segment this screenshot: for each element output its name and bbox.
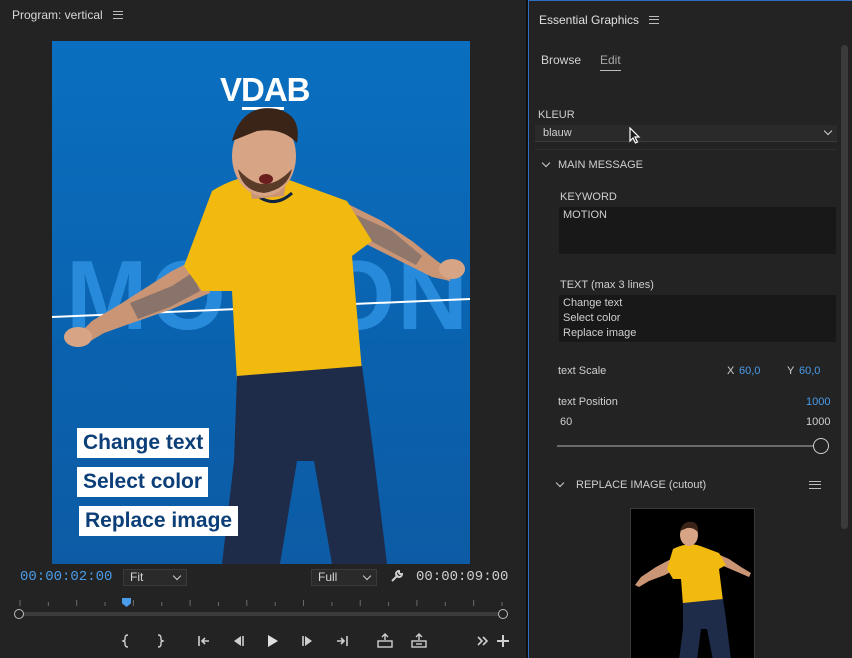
zoom-fit-value: Fit	[130, 570, 144, 584]
text-line-1: Change text	[563, 297, 623, 309]
zoom-scroll-bar[interactable]	[20, 612, 502, 616]
text-multiline-field[interactable]: Change text Select color Replace image	[559, 295, 836, 342]
keyword-value: MOTION	[563, 209, 607, 221]
mark-out-icon[interactable]	[150, 632, 168, 650]
transport-controls	[0, 628, 526, 654]
chevron-down-icon	[541, 158, 551, 168]
kleur-label: KLEUR	[538, 109, 575, 121]
drag-handle-icon[interactable]	[809, 481, 821, 489]
step-forward-icon[interactable]	[299, 632, 317, 650]
eg-scrollbar[interactable]	[841, 45, 848, 529]
extract-icon[interactable]	[410, 632, 428, 650]
text-line-2: Select color	[563, 312, 621, 324]
time-ruler	[19, 600, 503, 606]
main-message-section-toggle[interactable]: MAIN MESSAGE	[539, 157, 689, 173]
essential-graphics-header: Essential Graphics	[529, 1, 852, 39]
current-timecode[interactable]: 00:00:02:00	[20, 569, 112, 585]
overlay-label-select-color: Select color	[77, 467, 209, 497]
step-back-icon[interactable]	[229, 632, 247, 650]
scale-x-value[interactable]: 60,0	[739, 365, 760, 377]
scale-x-label: X	[727, 365, 735, 377]
slider-thumb[interactable]	[813, 438, 829, 454]
kleur-dropdown[interactable]: blauw	[535, 125, 837, 142]
add-button-icon[interactable]	[494, 632, 512, 650]
chevron-down-icon	[362, 571, 372, 581]
panel-menu-icon[interactable]	[112, 11, 123, 19]
play-icon[interactable]	[263, 632, 281, 650]
zoom-fit-dropdown[interactable]: Fit	[123, 569, 187, 586]
resolution-dropdown[interactable]: Full	[311, 569, 377, 586]
overlay-label-change-text: Change text	[77, 428, 210, 458]
text-label: TEXT (max 3 lines)	[560, 279, 654, 291]
video-frame: VDAB MOTION Change te	[52, 41, 470, 564]
more-controls-icon[interactable]	[474, 632, 492, 650]
thumbnail-person-image	[635, 521, 751, 658]
main-message-label: MAIN MESSAGE	[558, 159, 643, 171]
replace-image-section-toggle[interactable]: REPLACE IMAGE (cutout)	[555, 477, 827, 493]
text-position-value[interactable]: 1000	[806, 396, 830, 408]
slider-track	[557, 445, 821, 447]
keyword-label: KEYWORD	[560, 191, 617, 203]
replace-image-thumbnail[interactable]	[630, 508, 755, 658]
scale-y-label: Y	[787, 365, 795, 377]
text-line-3: Replace image	[563, 327, 637, 339]
total-duration-timecode: 00:00:09:00	[416, 569, 509, 585]
mouse-cursor-icon	[629, 127, 641, 144]
program-panel-title: Program: vertical	[12, 8, 103, 22]
go-to-in-icon[interactable]	[195, 632, 213, 650]
chevron-down-icon	[172, 571, 182, 581]
text-position-label: text Position	[558, 396, 618, 408]
slider-max-label: 1000	[806, 416, 831, 428]
timecode-row: 00:00:02:00 Fit Full 00:00:09:00	[0, 566, 526, 588]
go-to-out-icon[interactable]	[333, 632, 351, 650]
text-scale-label: text Scale	[558, 365, 607, 377]
resolution-value: Full	[318, 570, 338, 584]
zoom-handle-left[interactable]	[14, 609, 24, 619]
program-timeline-scrubber[interactable]	[14, 596, 508, 622]
chevron-down-icon	[555, 478, 565, 488]
keyword-text-field[interactable]: MOTION	[559, 207, 836, 254]
panel-menu-icon[interactable]	[649, 16, 660, 24]
mark-in-icon[interactable]	[118, 632, 136, 650]
essential-graphics-title: Essential Graphics	[539, 13, 640, 27]
program-panel-header: Program: vertical	[0, 0, 526, 30]
wrench-settings-icon[interactable]	[390, 569, 404, 583]
section-divider	[535, 149, 837, 150]
kleur-value: blauw	[543, 127, 572, 139]
overlay-label-replace-image: Replace image	[79, 506, 239, 536]
lift-icon[interactable]	[376, 632, 394, 650]
scale-y-value[interactable]: 60,0	[799, 365, 820, 377]
slider-min-label: 60	[560, 416, 573, 428]
zoom-handle-right[interactable]	[498, 609, 508, 619]
chevron-down-icon	[823, 126, 833, 136]
replace-image-label: REPLACE IMAGE (cutout)	[576, 479, 707, 491]
tab-browse[interactable]: Browse	[541, 53, 581, 67]
tab-edit[interactable]: Edit	[600, 53, 621, 71]
text-position-slider[interactable]	[557, 438, 829, 454]
essential-graphics-panel: Essential Graphics Browse Edit KLEUR bla…	[528, 0, 852, 658]
program-monitor-panel: Program: vertical VDAB MOTION	[0, 0, 526, 658]
